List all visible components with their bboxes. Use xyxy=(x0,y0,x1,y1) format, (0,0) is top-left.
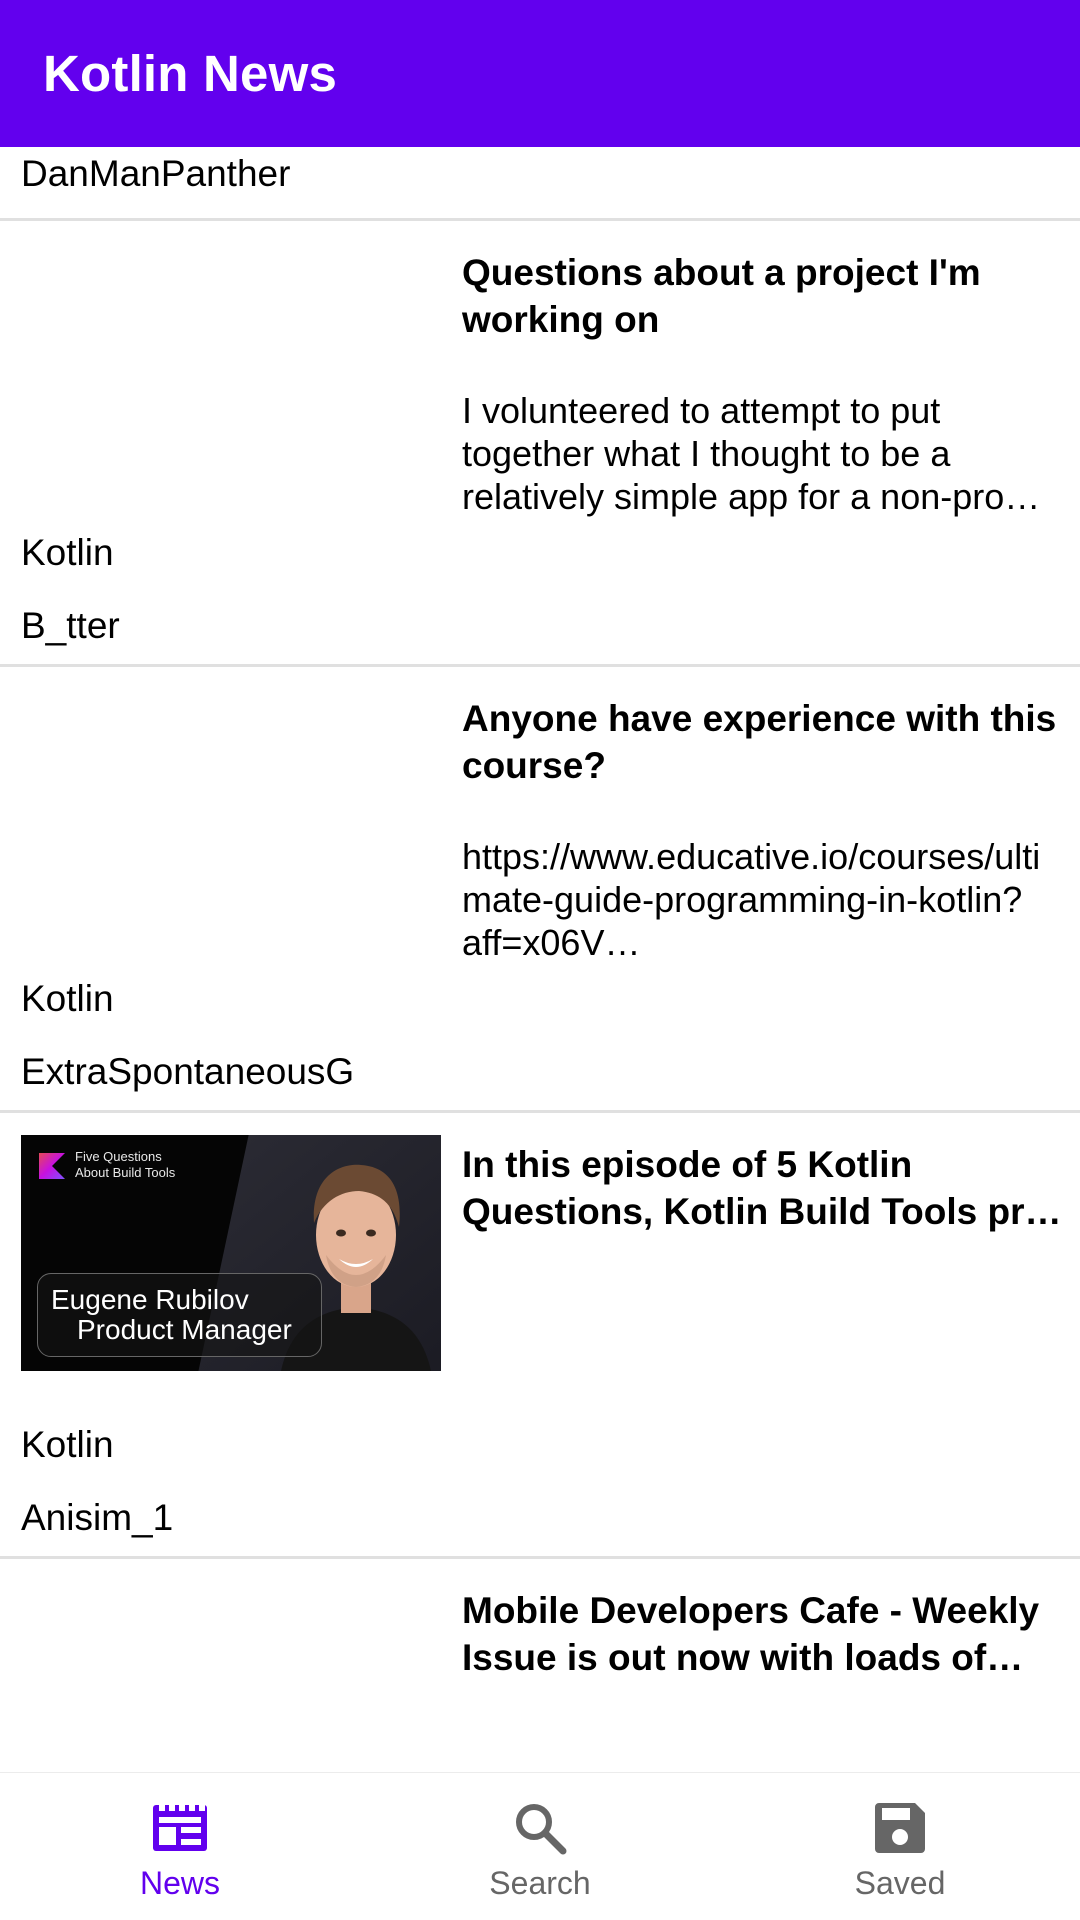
nav-item-news[interactable]: News xyxy=(0,1773,360,1920)
list-item[interactable]: Anyone have experience with this course?… xyxy=(0,667,1080,1113)
post-author: ExtraSpontaneousG xyxy=(21,1051,355,1092)
thumbnail-name: Eugene Rubilov xyxy=(51,1284,249,1315)
post-subreddit: Kotlin xyxy=(21,978,114,1019)
kotlin-logo-icon xyxy=(39,1153,65,1179)
list-item[interactable]: Mobile Developers Cafe - Weekly Issue is… xyxy=(0,1559,1080,1772)
post-thumbnail xyxy=(21,689,441,925)
nav-item-search[interactable]: Search xyxy=(360,1773,720,1920)
app-root: Kotlin News DanManPanther Questions abou… xyxy=(0,0,1080,1920)
post-title: In this episode of 5 Kotlin Questions, K… xyxy=(462,1144,1062,1232)
post-thumbnail xyxy=(21,243,441,479)
post-title: Questions about a project I'm working on xyxy=(462,252,981,340)
post-thumbnail xyxy=(21,1581,441,1772)
news-icon xyxy=(153,1805,207,1851)
post-subreddit: Kotlin xyxy=(21,1424,114,1465)
post-body: I volunteered to attempt to put together… xyxy=(462,390,1041,517)
list-item[interactable]: DanManPanther xyxy=(0,147,1080,221)
post-author: Anisim_1 xyxy=(21,1497,174,1538)
thumbnail-caption: Five Questions About Build Tools xyxy=(75,1149,176,1180)
list-item[interactable]: Questions about a project I'm working on… xyxy=(0,221,1080,667)
post-title: Mobile Developers Cafe - Weekly Issue is… xyxy=(462,1590,1040,1678)
thumbnail-role: Product Manager xyxy=(77,1314,292,1345)
post-author: DanManPanther xyxy=(21,153,291,194)
nav-item-label: Search xyxy=(489,1865,591,1901)
nav-item-label: News xyxy=(139,1865,220,1901)
post-body: https://www.educative.io/courses/ultimat… xyxy=(462,836,1041,963)
nav-item-saved[interactable]: Saved xyxy=(720,1773,1080,1920)
search-icon xyxy=(516,1804,567,1855)
list-item[interactable]: Five Questions About Build Tools Eugene … xyxy=(0,1113,1080,1559)
bottom-navigation: News Search Saved xyxy=(0,1772,1080,1920)
save-icon xyxy=(875,1803,925,1853)
news-feed-list[interactable]: DanManPanther Questions about a project … xyxy=(0,147,1080,1772)
app-title: Kotlin News xyxy=(43,45,338,102)
nav-item-label: Saved xyxy=(854,1865,946,1901)
top-app-bar: Kotlin News xyxy=(0,0,1080,147)
post-thumbnail[interactable]: Five Questions About Build Tools Eugene … xyxy=(21,1135,441,1371)
post-title: Anyone have experience with this course? xyxy=(462,698,1057,786)
post-subreddit: Kotlin xyxy=(21,532,114,573)
post-author: B_tter xyxy=(21,605,120,646)
